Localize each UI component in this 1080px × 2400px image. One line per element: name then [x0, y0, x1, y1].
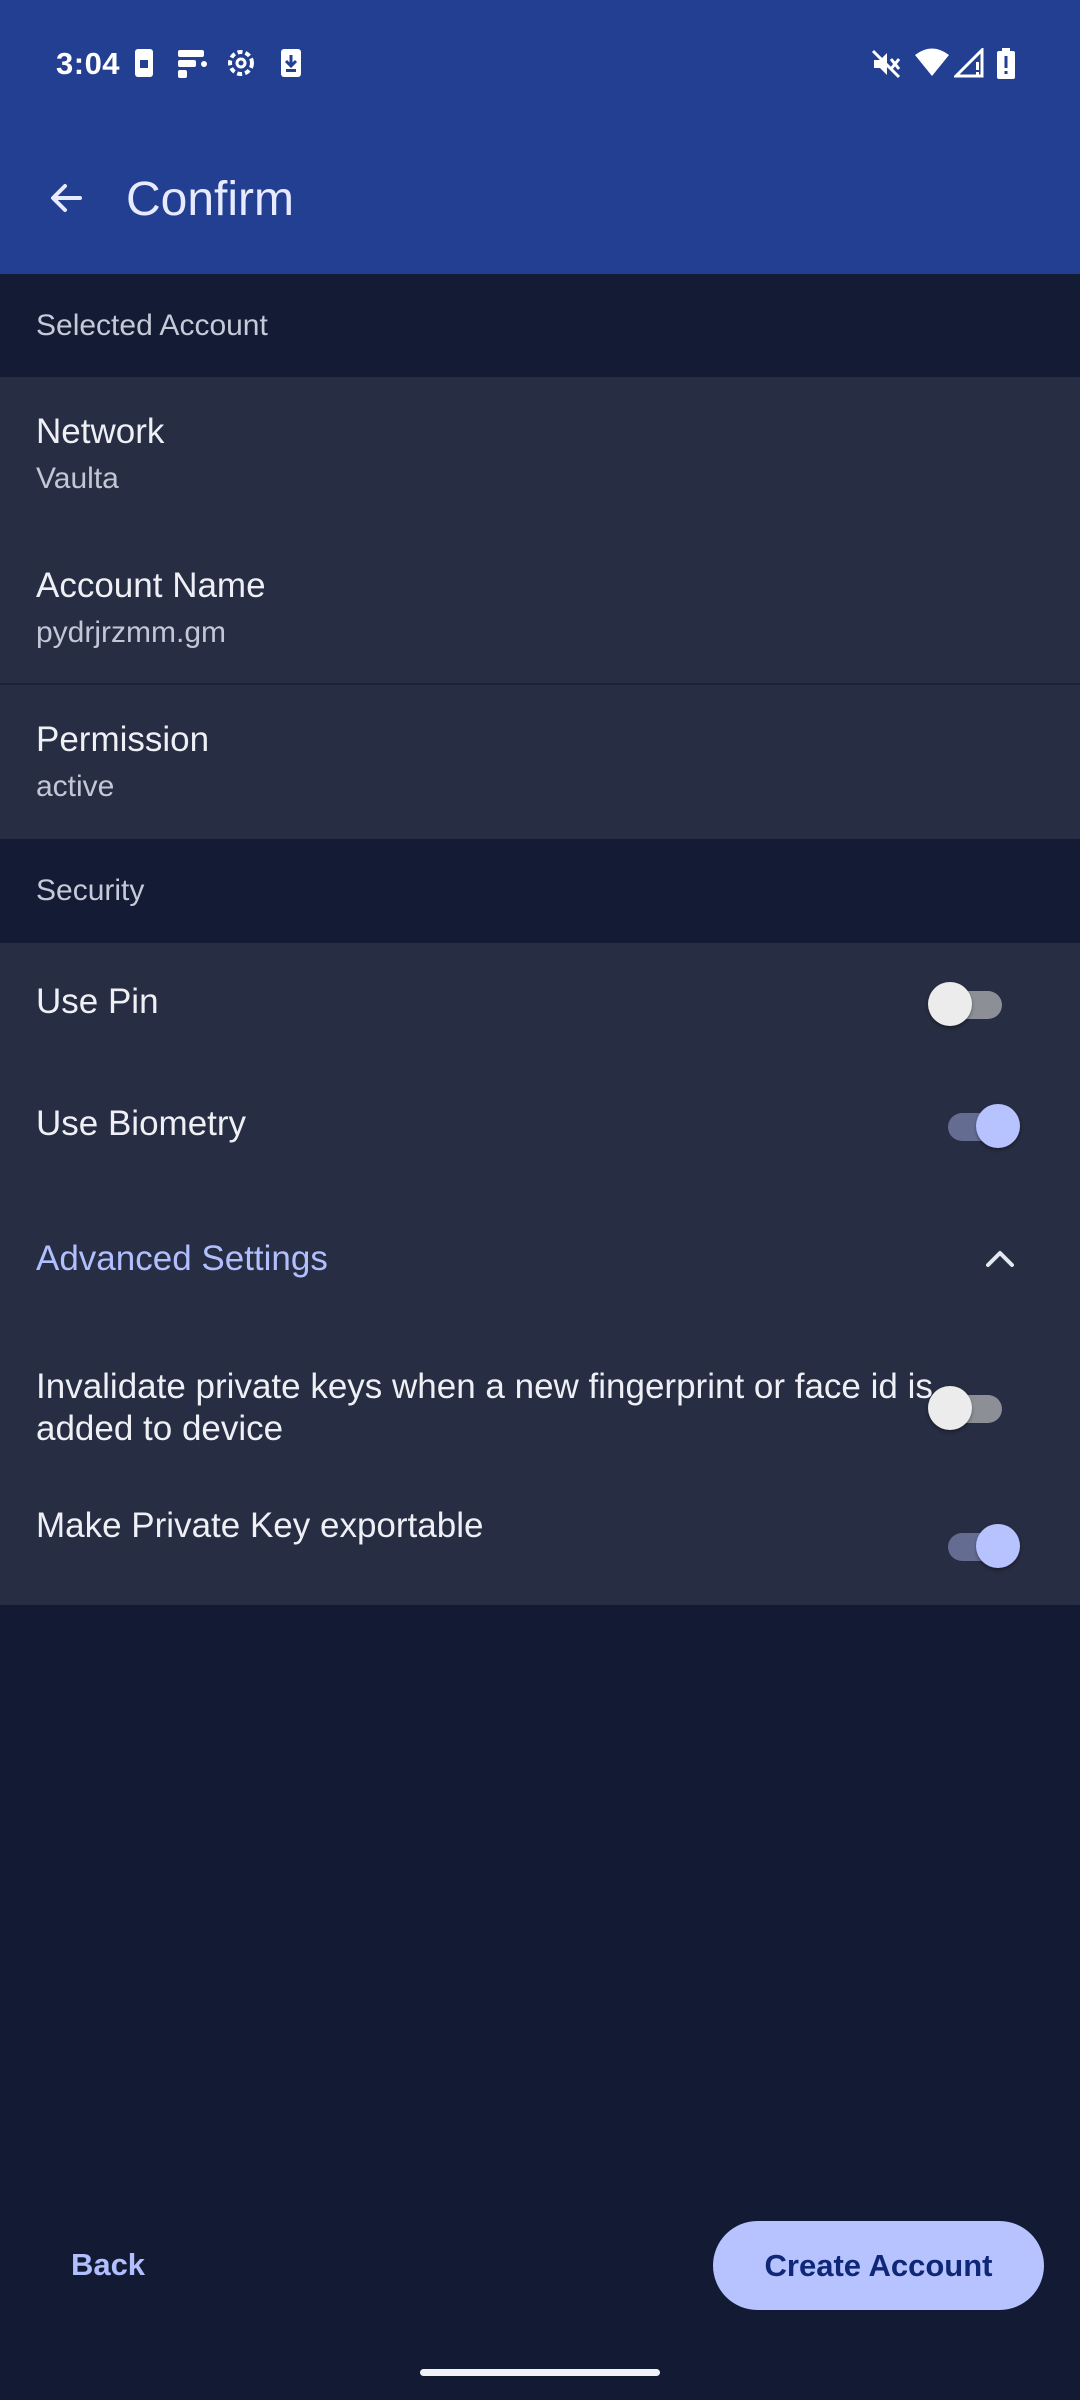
- back-button[interactable]: Back: [50, 2232, 166, 2298]
- advanced-settings-toggle[interactable]: Advanced Settings: [36, 1239, 328, 1279]
- network-value: Vaulta: [36, 462, 119, 495]
- arrow-back-icon: [51, 184, 82, 212]
- app-bar: 3:04 Confirm: [0, 0, 1080, 274]
- status-time: 3:04: [56, 46, 121, 81]
- wifi-icon: [914, 48, 950, 83]
- divider: [0, 683, 1080, 685]
- chevron-up-icon[interactable]: [978, 1237, 1022, 1281]
- page-title: Confirm: [126, 173, 295, 226]
- back-arrow-button[interactable]: [36, 168, 96, 228]
- create-account-button[interactable]: Create Account: [713, 2221, 1044, 2310]
- use-pin-label: Use Pin: [36, 982, 159, 1021]
- toggle-thumb: [976, 1524, 1020, 1568]
- exportable-key-toggle[interactable]: [940, 1519, 1020, 1569]
- account-info-panel: Network Vaulta Account Name pydrjrzmm.gm…: [0, 377, 1080, 839]
- section-header-selected-account: Selected Account: [0, 274, 1080, 377]
- invalidate-keys-label: Invalidate private keys when a new finge…: [36, 1367, 933, 1448]
- cellular-signal-icon: [952, 46, 986, 83]
- battery-alert-icon: [996, 48, 1016, 85]
- use-biometry-toggle[interactable]: [940, 1099, 1020, 1149]
- security-panel: Use Pin Use Biometry Advanced Settings I…: [0, 943, 1080, 1605]
- invalidate-keys-toggle[interactable]: [928, 1381, 1008, 1431]
- app-notification-icon: [176, 48, 208, 85]
- section-header-security: Security: [0, 839, 1080, 943]
- status-bar: 3:04: [0, 0, 1080, 134]
- network-label: Network: [36, 412, 165, 451]
- network-row: Network Vaulta: [36, 412, 164, 496]
- account-name-label: Account Name: [36, 566, 266, 605]
- settings-gear-icon: [226, 48, 256, 83]
- gesture-nav-handle[interactable]: [420, 2369, 660, 2376]
- use-biometry-label: Use Biometry: [36, 1104, 247, 1143]
- account-name-value: pydrjrzmm.gm: [36, 616, 227, 649]
- toggle-thumb: [928, 1386, 972, 1430]
- toggle-thumb: [976, 1104, 1020, 1148]
- mute-icon: [870, 48, 902, 85]
- download-icon: [280, 48, 302, 83]
- permission-value: active: [36, 770, 115, 803]
- permission-label: Permission: [36, 720, 210, 759]
- use-pin-toggle[interactable]: [928, 977, 1008, 1027]
- account-name-row: Account Name pydrjrzmm.gm: [36, 566, 266, 650]
- sim-card-icon: [134, 48, 154, 83]
- permission-row: Permission active: [36, 720, 209, 804]
- toggle-thumb: [928, 982, 972, 1026]
- exportable-key-label: Make Private Key exportable: [36, 1506, 484, 1545]
